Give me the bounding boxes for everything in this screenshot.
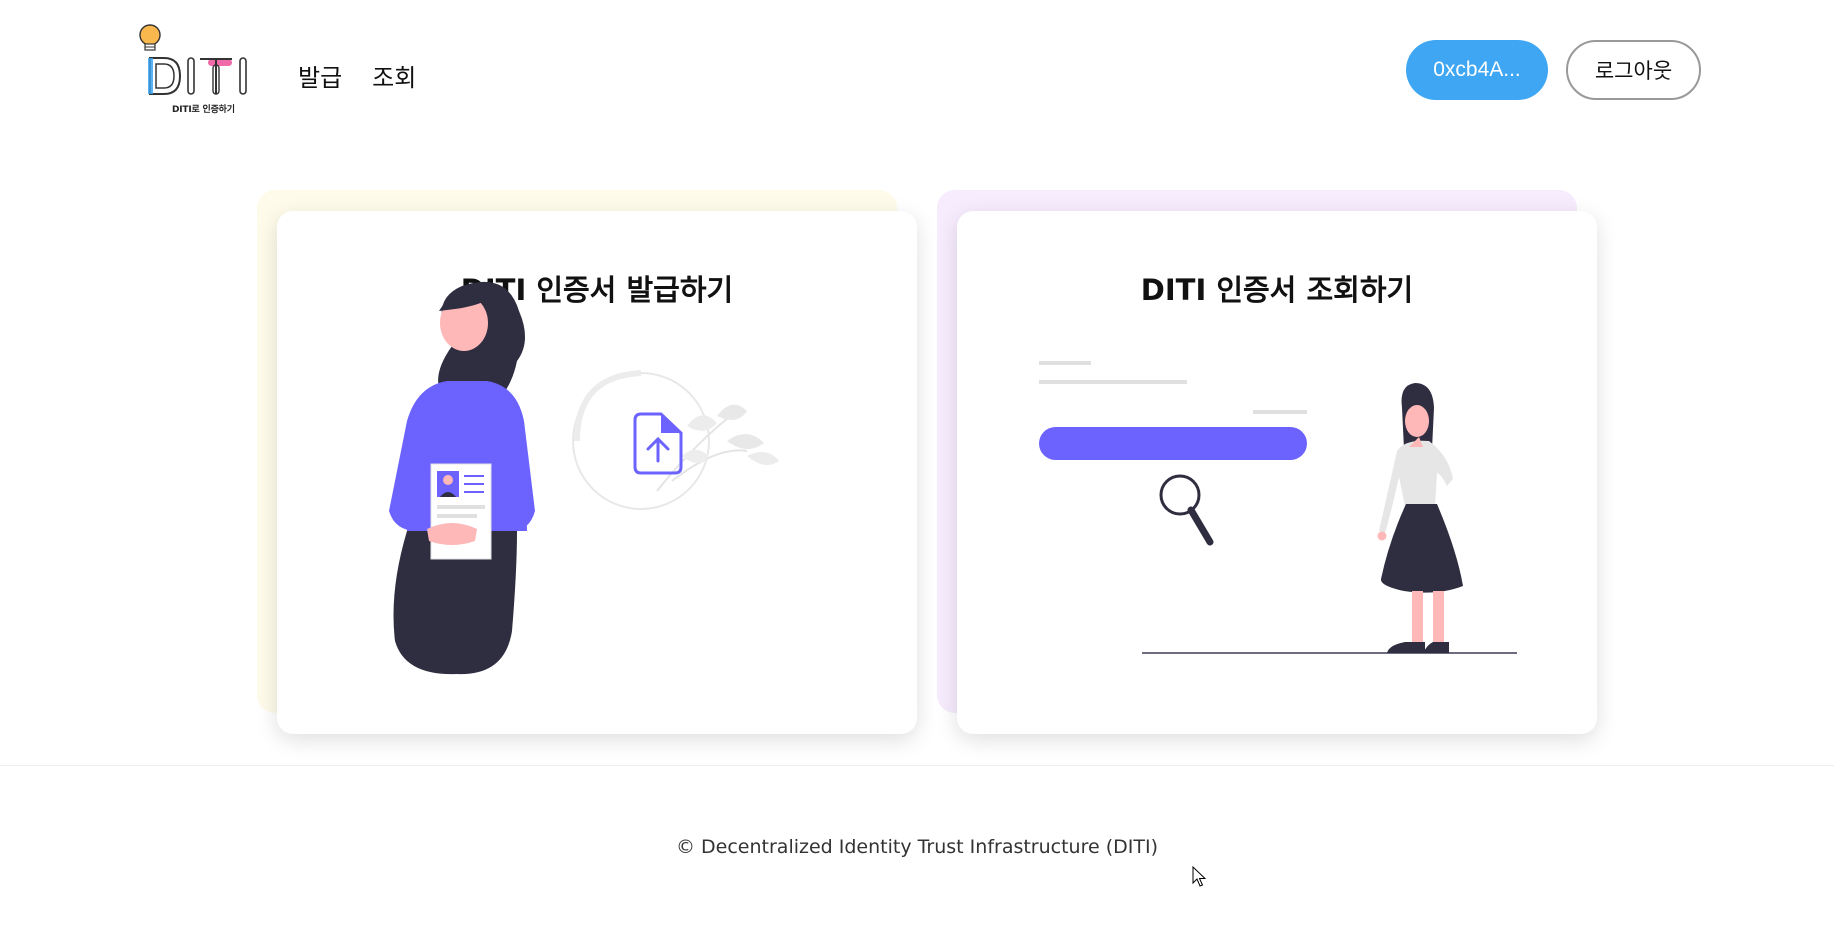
nav-item-issue[interactable]: 발급 — [298, 58, 342, 93]
footer-copyright: © Decentralized Identity Trust Infrastru… — [676, 836, 1158, 858]
logout-button[interactable]: 로그아웃 — [1566, 40, 1701, 100]
logo[interactable]: DITI로 인증하기 — [136, 22, 256, 117]
logo-subtitle: DITI로 인증하기 — [172, 105, 235, 115]
issue-certificate-card[interactable]: DITI 인증서 발급하기 — [277, 211, 917, 734]
footer-divider — [0, 765, 1834, 766]
lightbulb-logo-icon — [139, 24, 247, 95]
mouse-cursor-icon — [1192, 866, 1207, 887]
header: DITI로 인증하기 발급 조회 0xcb4A... 로그아웃 — [0, 0, 1834, 140]
woman-holding-certificate-illustration — [389, 281, 779, 675]
nav-item-view[interactable]: 조회 — [372, 58, 416, 93]
main-nav: 발급 조회 — [298, 58, 416, 93]
view-certificate-card[interactable]: DITI 인증서 조회하기 — [957, 211, 1597, 734]
wallet-address-button[interactable]: 0xcb4A... — [1406, 40, 1548, 100]
woman-searching-illustration — [1039, 361, 1517, 654]
